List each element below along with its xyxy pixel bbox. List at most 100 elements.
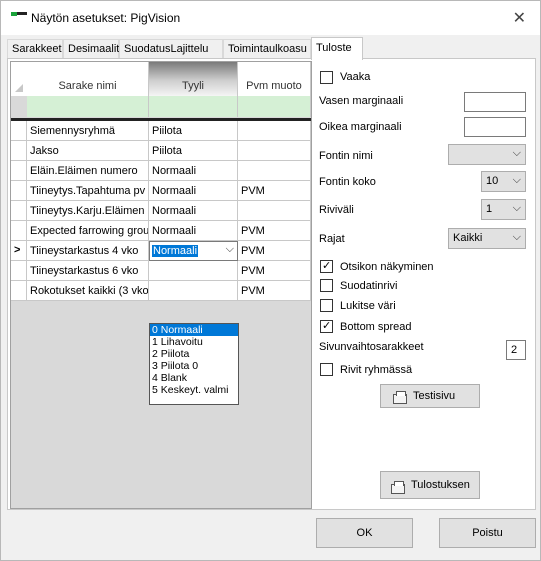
print-button[interactable]: Tulostuksen bbox=[380, 471, 480, 499]
title-bar: Näytön asetukset: PigVision ✕ bbox=[1, 1, 540, 35]
cell-date-format[interactable] bbox=[238, 141, 311, 161]
borders-select[interactable]: Kaikki ⌵ bbox=[448, 228, 526, 249]
dropdown-option[interactable]: 1 Lihavoitu bbox=[150, 336, 238, 348]
tab-sarakkeet[interactable]: Sarakkeet bbox=[7, 39, 63, 59]
row-header[interactable] bbox=[11, 141, 27, 161]
table-row[interactable]: Rokotukset kaikki (3 vko PVM bbox=[11, 281, 311, 301]
cell-column-name[interactable]: Tiineytys.Karju.Eläimen bbox=[27, 201, 149, 221]
bottom-spread-checkbox[interactable] bbox=[320, 319, 333, 333]
vaaka-checkbox[interactable] bbox=[320, 71, 333, 84]
cell-date-format[interactable]: PVM bbox=[238, 181, 311, 201]
cell-date-format[interactable] bbox=[238, 121, 311, 141]
dropdown-option[interactable]: 4 Blank bbox=[150, 372, 238, 384]
left-margin-input[interactable] bbox=[464, 92, 526, 112]
tab-toimintaulkoasu[interactable]: Toimintaulkoasu bbox=[223, 39, 311, 59]
right-margin-input[interactable] bbox=[464, 117, 526, 137]
filter-row-checkbox[interactable] bbox=[320, 279, 333, 292]
right-margin-label: Oikea marginaali bbox=[319, 121, 402, 133]
style-combo-editor[interactable]: Normaali ⌵ bbox=[149, 241, 238, 261]
cell-style[interactable] bbox=[149, 281, 238, 301]
style-dropdown-list[interactable]: 0 Normaali 1 Lihavoitu 2 Piilota 3 Piilota … bbox=[149, 323, 239, 405]
settings-dialog: Näytön asetukset: PigVision ✕ Sarakkeet … bbox=[0, 0, 541, 561]
lock-color-checkbox[interactable] bbox=[320, 299, 333, 312]
test-page-button[interactable]: Testisivu bbox=[380, 384, 480, 408]
page-break-columns-label: Sivunvaihtosarakkeet bbox=[319, 341, 424, 353]
header-visible-label: Otsikon näkyminen bbox=[340, 261, 434, 273]
page-break-columns-input[interactable]: 2 bbox=[506, 340, 526, 360]
header-visible-checkbox[interactable] bbox=[320, 259, 333, 273]
table-row[interactable]: Jakso Piilota bbox=[11, 141, 311, 161]
font-name-select[interactable]: ⌵ bbox=[448, 144, 526, 165]
filter-row-label: Suodatinrivi bbox=[340, 280, 398, 292]
row-header[interactable] bbox=[11, 181, 27, 201]
cell-date-format[interactable] bbox=[238, 161, 311, 181]
cell-style[interactable] bbox=[149, 261, 238, 281]
cell-date-format[interactable] bbox=[238, 201, 311, 221]
table-row[interactable]: Siemennysryhmä Piilota bbox=[11, 121, 311, 141]
cell-column-name[interactable]: Siemennysryhmä bbox=[27, 121, 149, 141]
cell-column-name[interactable]: Jakso bbox=[27, 141, 149, 161]
cell-date-format[interactable]: PVM bbox=[238, 261, 311, 281]
print-settings: Vaaka Vasen marginaali Oikea marginaali … bbox=[318, 59, 534, 509]
ok-button[interactable]: OK bbox=[316, 518, 413, 548]
cell-column-name[interactable]: Expected farrowing grou bbox=[27, 221, 149, 241]
row-header[interactable]: > bbox=[11, 241, 27, 261]
dropdown-option[interactable]: 2 Piilota bbox=[150, 348, 238, 360]
cell-column-name[interactable]: Eläin.Eläimen numero bbox=[27, 161, 149, 181]
chevron-down-icon[interactable]: ⌵ bbox=[226, 243, 234, 256]
cancel-button[interactable]: Poistu bbox=[439, 518, 536, 548]
font-size-label: Fontin koko bbox=[319, 176, 376, 188]
window-title: Näytön asetukset: PigVision bbox=[31, 11, 181, 25]
dropdown-option[interactable]: 0 Normaali bbox=[150, 324, 238, 336]
style-combo-value: Normaali bbox=[152, 245, 199, 257]
line-spacing-select[interactable]: 1 ⌵ bbox=[481, 199, 526, 220]
close-icon[interactable]: ✕ bbox=[513, 8, 526, 28]
cell-style[interactable]: Normaali bbox=[149, 201, 238, 221]
table-row[interactable]: Tiineytys.Tapahtuma pv Normaali PVM bbox=[11, 181, 311, 201]
table-row[interactable]: Expected farrowing grou Normaali PVM bbox=[11, 221, 311, 241]
tab-tuloste[interactable]: Tuloste bbox=[311, 37, 363, 60]
cell-date-format[interactable]: PVM bbox=[238, 281, 311, 301]
cell-style[interactable]: Normaali bbox=[149, 161, 238, 181]
tab-panel-tuloste: Sarake nimi Tyyli Pvm muoto Siemennysryh… bbox=[7, 58, 536, 510]
table-row[interactable]: Tiineystarkastus 6 vko PVM bbox=[11, 261, 311, 281]
table-row[interactable]: Eläin.Eläimen numero Normaali bbox=[11, 161, 311, 181]
filter-row[interactable] bbox=[27, 96, 311, 117]
cell-column-name[interactable]: Rokotukset kaikki (3 vko bbox=[27, 281, 149, 301]
tab-desimaalit[interactable]: Desimaalit bbox=[63, 39, 119, 59]
font-size-select[interactable]: 10 ⌵ bbox=[481, 171, 526, 192]
column-header-name[interactable]: Sarake nimi bbox=[27, 62, 149, 96]
left-margin-label: Vasen marginaali bbox=[319, 95, 404, 107]
chevron-down-icon: ⌵ bbox=[512, 147, 521, 159]
row-header[interactable] bbox=[11, 221, 27, 241]
row-header[interactable] bbox=[11, 281, 27, 301]
row-header[interactable] bbox=[11, 201, 27, 221]
row-header[interactable] bbox=[11, 161, 27, 181]
cell-style[interactable]: Normaali bbox=[149, 181, 238, 201]
printer-icon bbox=[391, 481, 405, 494]
cell-style[interactable]: Piilota bbox=[149, 121, 238, 141]
cell-style[interactable]: Piilota bbox=[149, 141, 238, 161]
cell-column-name[interactable]: Tiineytys.Tapahtuma pv bbox=[27, 181, 149, 201]
cell-column-name[interactable]: Tiineystarkastus 6 vko bbox=[27, 261, 149, 281]
tab-suodatus-lajittelu[interactable]: SuodatusLajittelu bbox=[119, 39, 223, 59]
line-spacing-label: Riviväli bbox=[319, 204, 354, 216]
cell-column-name[interactable]: Tiineystarkastus 4 vko bbox=[27, 241, 149, 261]
grid-corner bbox=[11, 62, 27, 96]
dropdown-option[interactable]: 5 Keskeyt. valmi bbox=[150, 384, 238, 396]
table-row[interactable]: Tiineytys.Karju.Eläimen Normaali bbox=[11, 201, 311, 221]
dropdown-option[interactable]: 3 Piilota 0 bbox=[150, 360, 238, 372]
row-header[interactable] bbox=[11, 121, 27, 141]
column-header-date-format[interactable]: Pvm muoto bbox=[238, 62, 311, 96]
column-grid: Sarake nimi Tyyli Pvm muoto Siemennysryh… bbox=[10, 61, 312, 509]
column-header-style[interactable]: Tyyli bbox=[149, 62, 238, 96]
cell-date-format[interactable]: PVM bbox=[238, 241, 311, 261]
group-lines-checkbox[interactable] bbox=[320, 363, 333, 376]
bottom-spread-label: Bottom spread bbox=[340, 321, 412, 333]
row-header[interactable] bbox=[11, 261, 27, 281]
table-row[interactable]: > Tiineystarkastus 4 vko Normaali ⌵ PVM bbox=[11, 241, 311, 261]
cell-style[interactable]: Normaali bbox=[149, 221, 238, 241]
cell-date-format[interactable]: PVM bbox=[238, 221, 311, 241]
printer-icon bbox=[393, 391, 407, 404]
borders-label: Rajat bbox=[319, 233, 345, 245]
